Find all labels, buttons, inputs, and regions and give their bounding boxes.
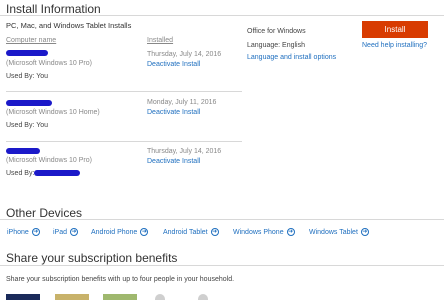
install-date: Monday, July 11, 2016: [147, 99, 217, 106]
deactivate-install-link[interactable]: Deactivate Install: [147, 61, 200, 68]
person-thumbnail: [6, 294, 40, 300]
arrow-right-icon: ➜: [31, 228, 40, 236]
redacted-computer-name: [6, 100, 52, 106]
install-date: Thursday, July 14, 2016: [147, 148, 222, 155]
person-thumbnail: [55, 294, 89, 300]
other-devices-title: Other Devices: [6, 206, 83, 220]
os-name: (Microsoft Windows 10 Home): [6, 109, 100, 116]
device-label: iPad: [53, 228, 68, 236]
install-button[interactable]: Install: [362, 21, 428, 38]
section-divider: [0, 219, 444, 220]
help-installing-link[interactable]: Need help installing?: [362, 42, 427, 49]
redacted-computer-name: [6, 148, 40, 154]
arrow-right-icon: ➜: [360, 228, 369, 236]
used-by: Used By: You: [6, 122, 49, 129]
device-label: Windows Phone: [233, 228, 284, 236]
page-title: Install Information: [6, 2, 101, 16]
os-name: (Microsoft Windows 10 Pro): [6, 157, 92, 164]
deactivate-install-link[interactable]: Deactivate Install: [147, 109, 200, 116]
language-options-link[interactable]: Language and install options: [247, 54, 336, 61]
arrow-right-icon: ➜: [140, 228, 149, 236]
avatar-placeholder-icon: [198, 294, 208, 300]
column-header-computer: Computer name: [6, 37, 57, 44]
arrow-right-icon: ➜: [210, 228, 219, 236]
install-date: Thursday, July 14, 2016: [147, 51, 222, 58]
device-link-android-tablet[interactable]: Android Tablet ➜: [163, 228, 219, 236]
device-label: iPhone: [7, 228, 29, 236]
device-label: Windows Tablet: [309, 228, 358, 236]
device-link-android-phone[interactable]: Android Phone ➜: [91, 228, 149, 236]
device-link-windows-tablet[interactable]: Windows Tablet ➜: [309, 228, 369, 236]
used-by: Used By: You: [6, 73, 49, 80]
column-header-installed: Installed: [147, 37, 174, 44]
device-label: Android Tablet: [163, 228, 208, 236]
device-link-windows-phone[interactable]: Windows Phone ➜: [233, 228, 295, 236]
used-by: Used By:: [6, 170, 35, 177]
header-divider: [0, 15, 444, 16]
product-name: Office for Windows: [247, 28, 306, 35]
redacted-user-name: [34, 170, 80, 176]
arrow-right-icon: ➜: [286, 228, 295, 236]
section-title: PC, Mac, and Windows Tablet Installs: [6, 21, 132, 30]
device-link-iphone[interactable]: iPhone ➜: [7, 228, 40, 236]
arrow-right-icon: ➜: [70, 228, 79, 236]
redacted-computer-name: [6, 50, 48, 56]
device-label: Android Phone: [91, 228, 138, 236]
section-divider: [0, 265, 444, 266]
share-description: Share your subscription benefits with up…: [6, 276, 235, 283]
row-divider: [6, 91, 242, 92]
device-link-ipad[interactable]: iPad ➜: [53, 228, 79, 236]
row-divider: [6, 141, 242, 142]
person-thumbnail: [103, 294, 137, 300]
deactivate-install-link[interactable]: Deactivate Install: [147, 158, 200, 165]
share-title: Share your subscription benefits: [6, 251, 178, 265]
avatar-placeholder-icon: [155, 294, 165, 300]
os-name: (Microsoft Windows 10 Pro): [6, 60, 92, 67]
language-label: Language: English: [247, 42, 305, 49]
